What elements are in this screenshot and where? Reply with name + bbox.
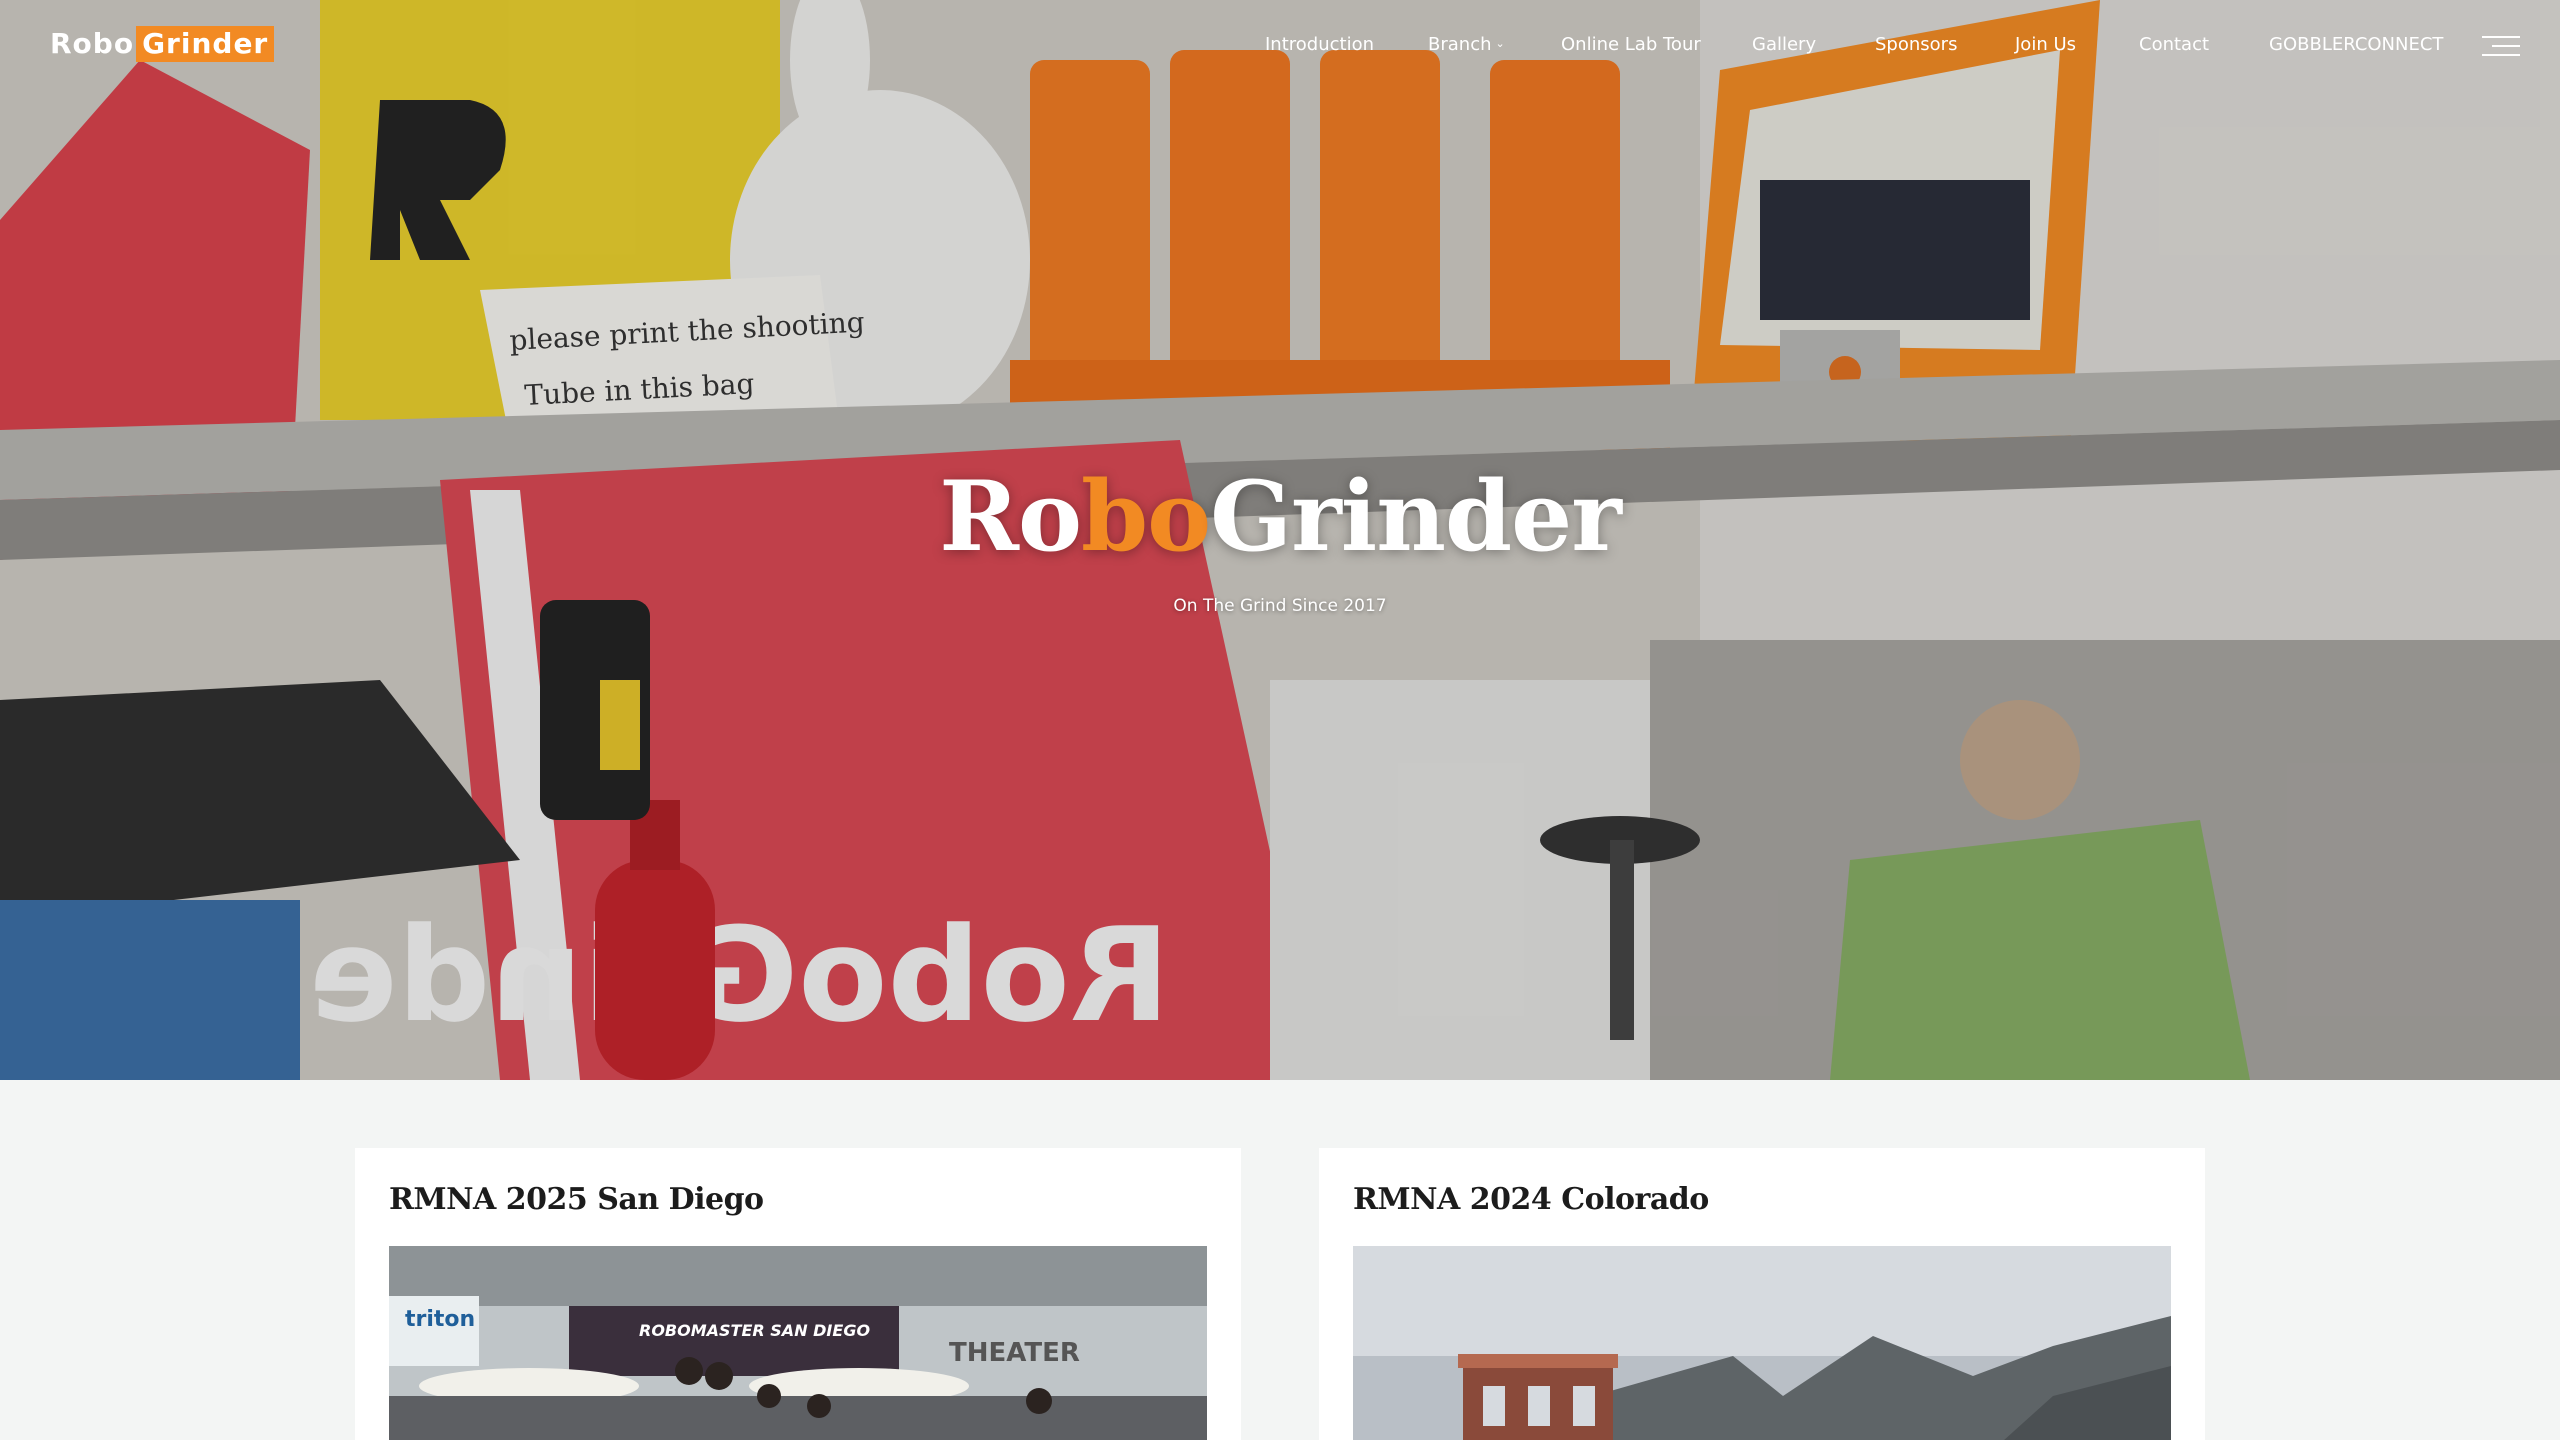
card-image[interactable] [1353,1246,2171,1440]
nav-branch[interactable]: Branch ⌄ [1428,34,1505,55]
hero-title: RoboGrinder [939,460,1622,573]
main-nav: Introduction Branch ⌄ Online Lab Tour Gal… [0,34,2560,62]
nav-online-lab-tour[interactable]: Online Lab Tour [1561,34,1701,55]
nav-gobblerconnect[interactable]: GOBBLERCONNECT [2269,34,2443,55]
svg-text:THEATER: THEATER [949,1338,1080,1368]
nav-introduction[interactable]: Introduction [1265,34,1374,55]
card-image[interactable]: triton ROBOMASTER SAN DIEGO THEATER [389,1246,1207,1440]
svg-text:triton: triton [405,1307,475,1332]
event-card-2024[interactable]: RMNA 2024 Colorado [1319,1148,2205,1440]
chevron-down-icon: ⌄ [1495,37,1505,50]
card-title[interactable]: RMNA 2025 San Diego [389,1182,764,1217]
colorado-mountain-photo [1353,1246,2171,1440]
hero-banner: please print the shooting Tube in this b… [0,0,2560,1080]
svg-text:ROBOMASTER SAN DIEGO: ROBOMASTER SAN DIEGO [639,1321,870,1340]
san-diego-team-photo: triton ROBOMASTER SAN DIEGO THEATER [389,1246,1207,1440]
nav-gallery[interactable]: Gallery [1752,34,1816,55]
hero-subtitle: On The Grind Since 2017 [1173,596,1387,616]
event-card-2025[interactable]: RMNA 2025 San Diego triton ROBOMASTER SA… [355,1148,1241,1440]
nav-contact[interactable]: Contact [2139,34,2209,55]
card-title[interactable]: RMNA 2024 Colorado [1353,1182,1709,1217]
hamburger-menu-icon[interactable] [2482,34,2520,58]
nav-sponsors[interactable]: Sponsors [1875,34,1957,55]
nav-join-us[interactable]: Join Us [2015,34,2076,55]
site-header: Robo Grinder Introduction Branch ⌄ Online … [0,0,2560,100]
